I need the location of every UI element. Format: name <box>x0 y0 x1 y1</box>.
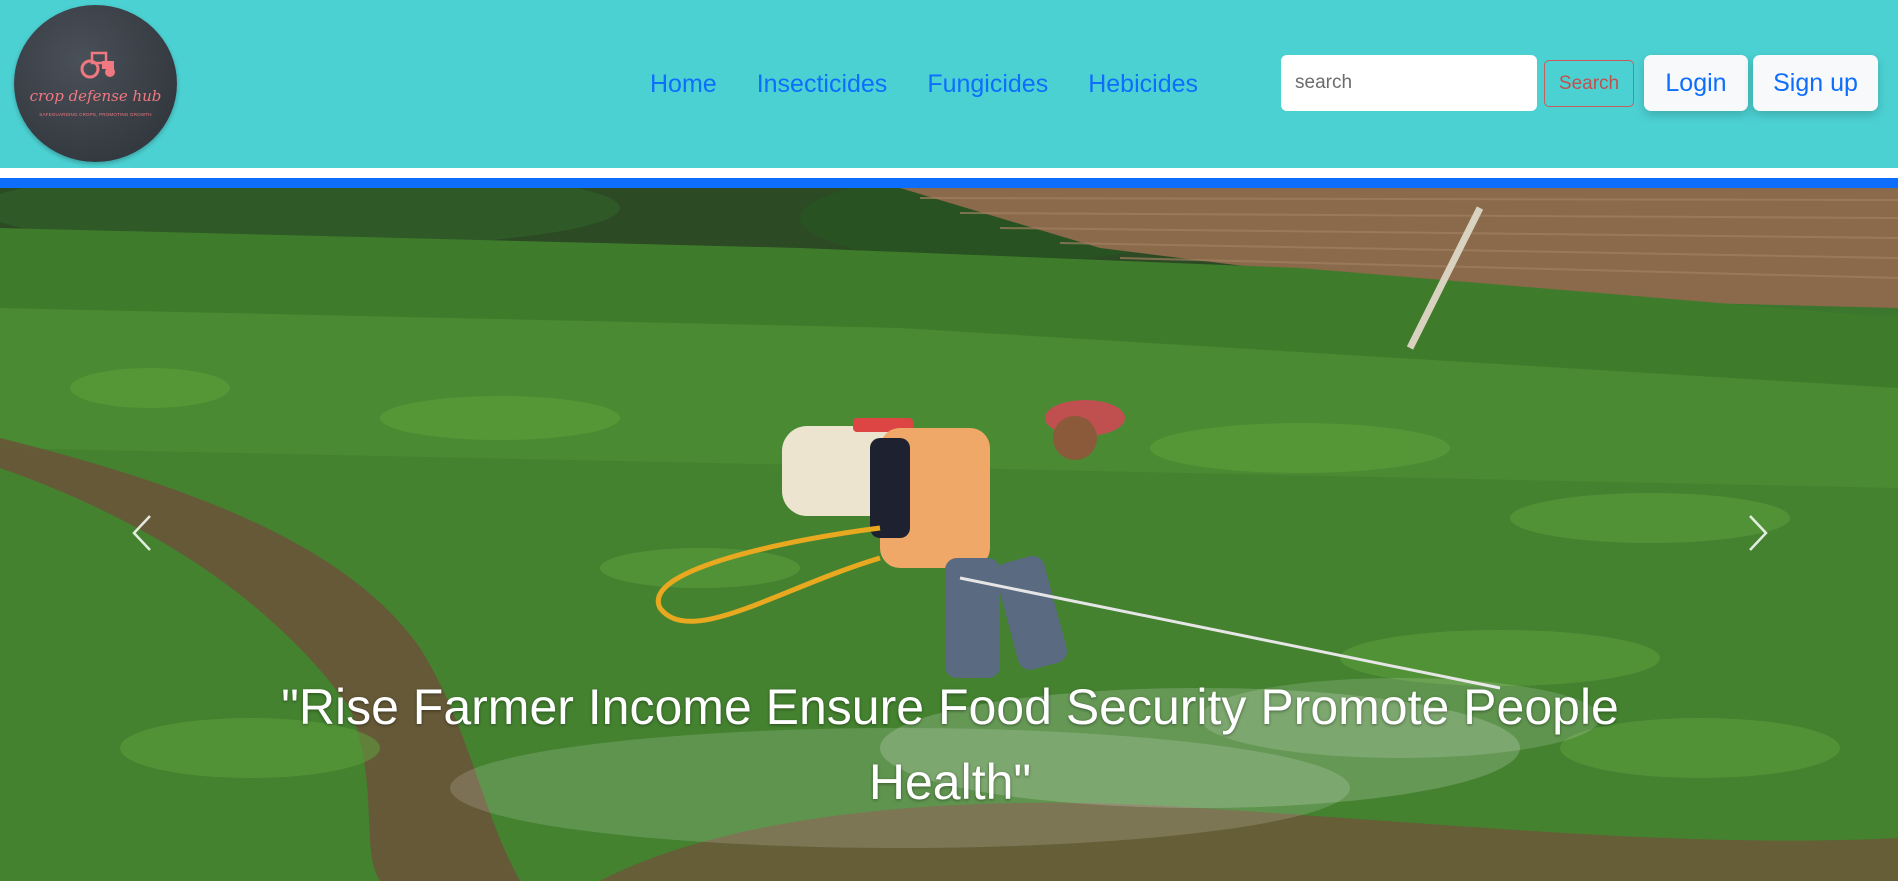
carousel-prev-button[interactable] <box>128 508 158 558</box>
signup-button[interactable]: Sign up <box>1753 55 1878 111</box>
chevron-right-icon <box>1749 515 1768 551</box>
brand-tagline: SAFEGUARDING CROPS, PROMOTING GROWTH <box>39 112 152 117</box>
search-button[interactable]: Search <box>1544 60 1634 107</box>
header-divider <box>0 178 1898 188</box>
carousel-next-button[interactable] <box>1742 508 1772 558</box>
nav-hebicides-link[interactable]: Hebicides <box>1088 66 1198 102</box>
chevron-left-icon <box>132 515 151 551</box>
logo[interactable]: crop defense hub SAFEGUARDING CROPS, PRO… <box>14 5 177 162</box>
search-input[interactable] <box>1281 55 1537 111</box>
main-nav: Home Insecticides Fungicides Hebicides <box>650 66 1198 102</box>
hero-caption: "Rise Farmer Income Ensure Food Security… <box>281 679 1619 810</box>
header: crop defense hub SAFEGUARDING CROPS, PRO… <box>0 0 1898 168</box>
tractor-icon <box>80 51 115 79</box>
hero-carousel[interactable]: "Rise Farmer Income Ensure Food Security… <box>0 188 1898 881</box>
nav-home-link[interactable]: Home <box>650 66 717 102</box>
brand-name: crop defense hub <box>29 87 162 105</box>
nav-fungicides-link[interactable]: Fungicides <box>927 66 1048 102</box>
login-button[interactable]: Login <box>1644 55 1748 111</box>
nav-insecticides-link[interactable]: Insecticides <box>757 66 888 102</box>
